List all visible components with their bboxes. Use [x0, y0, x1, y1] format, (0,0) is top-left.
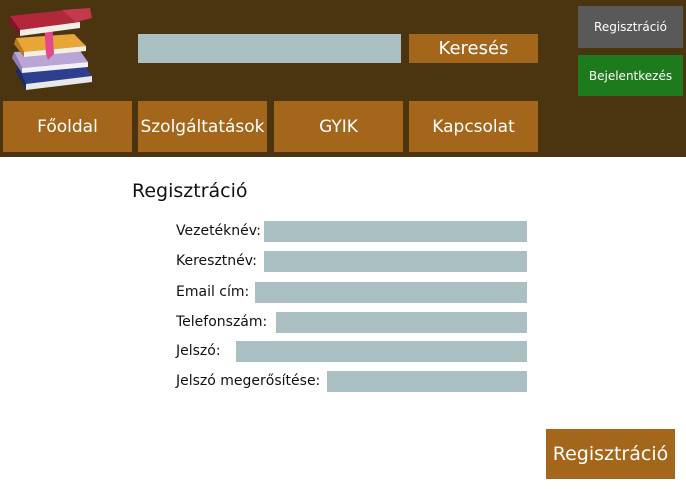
login-button[interactable]: Bejelentkezés — [578, 55, 683, 96]
phone-label: Telefonszám: — [176, 314, 268, 330]
first-name-field[interactable] — [264, 251, 527, 272]
phone-field[interactable] — [276, 312, 527, 333]
password-label: Jelszó: — [176, 343, 221, 359]
nav-item-contact[interactable]: Kapcsolat — [409, 101, 538, 152]
nav-item-faq[interactable]: GYIK — [274, 101, 403, 152]
password-confirm-label: Jelszó megerősítése: — [176, 373, 321, 389]
password-field[interactable] — [236, 341, 527, 362]
search-input[interactable] — [138, 34, 401, 63]
first-name-label: Keresztnév: — [176, 253, 258, 269]
submit-register-button[interactable]: Regisztráció — [546, 429, 675, 479]
nav-item-services[interactable]: Szolgáltatások — [138, 101, 267, 152]
password-confirm-field[interactable] — [327, 371, 527, 392]
email-label: Email cím: — [176, 284, 250, 300]
site-header: Keresés Regisztráció Bejelentkezés Főold… — [0, 0, 686, 157]
form-title: Regisztráció — [132, 180, 248, 202]
last-name-label: Vezetéknév: — [176, 223, 261, 239]
last-name-field[interactable] — [264, 221, 527, 242]
search-button[interactable]: Keresés — [409, 34, 538, 63]
books-stack-icon[interactable] — [4, 4, 96, 92]
register-button[interactable]: Regisztráció — [578, 6, 683, 48]
nav-item-home[interactable]: Főoldal — [3, 101, 132, 152]
email-field[interactable] — [255, 282, 527, 303]
